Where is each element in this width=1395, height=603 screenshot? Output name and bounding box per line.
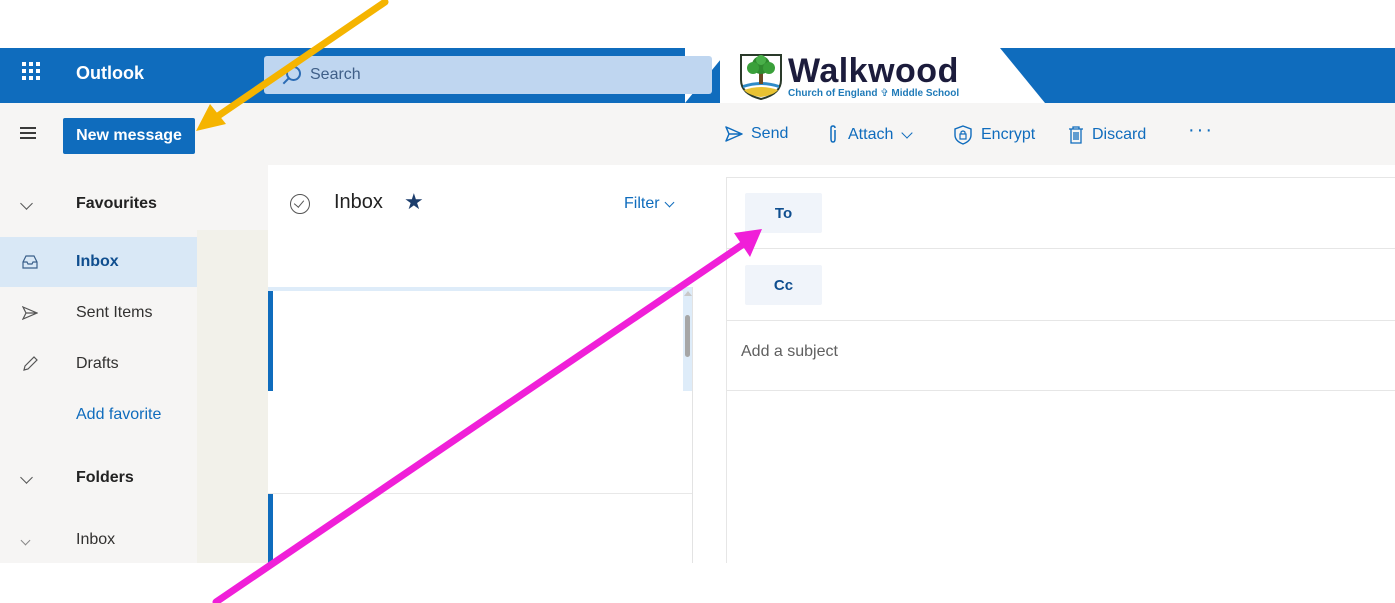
school-logo: Walkwood Church of England ✞ Middle Scho… (738, 50, 959, 102)
outlook-window: Outlook Walkwood Church of England ✞ Mid… (0, 48, 1395, 563)
chevron-down-icon[interactable] (20, 195, 33, 213)
divider (727, 320, 1395, 321)
search-input[interactable] (310, 66, 690, 84)
chevron-down-icon (664, 197, 675, 207)
favourites-label: Favourites (76, 195, 157, 212)
send-button[interactable]: Send (725, 125, 788, 143)
message-list-header: Inbox ★ Filter (268, 165, 713, 235)
add-favorite-link[interactable]: Add favorite (0, 390, 197, 440)
discard-label: Discard (1092, 126, 1147, 143)
list-title: Inbox (334, 191, 383, 213)
chevron-down-icon[interactable] (20, 469, 33, 487)
to-button[interactable]: To (745, 193, 822, 233)
pane-strip (197, 230, 268, 563)
compose-pane: To Cc (713, 165, 1395, 563)
school-name: Walkwood (788, 51, 959, 90)
compose-frame (726, 177, 1395, 563)
nav-inbox-label: Inbox (76, 253, 119, 270)
list-item[interactable] (268, 493, 692, 563)
more-options-button[interactable]: ··· (1188, 119, 1214, 142)
select-all-icon[interactable] (290, 194, 310, 214)
divider (727, 248, 1395, 249)
folders-label: Folders (76, 469, 134, 486)
nav-drafts-label: Drafts (76, 355, 119, 372)
new-message-button[interactable]: New message (63, 118, 195, 154)
encrypt-button[interactable]: Encrypt (953, 125, 1035, 145)
scrollbar-thumb[interactable] (685, 315, 690, 357)
inbox-tray-icon (22, 255, 38, 269)
command-bar: New message Send Attach Encrypt Discard … (0, 103, 1395, 165)
folders-header[interactable]: Folders (0, 453, 197, 503)
send-outline-icon (22, 306, 38, 320)
filter-label: Filter (624, 195, 660, 212)
divider (727, 390, 1395, 391)
hamburger-menu-icon[interactable] (20, 127, 36, 139)
trash-icon (1069, 126, 1083, 144)
nav-item-drafts[interactable]: Drafts (0, 339, 197, 389)
paperclip-icon (830, 125, 836, 143)
filter-button[interactable]: Filter (624, 195, 675, 213)
star-icon[interactable]: ★ (404, 189, 424, 215)
banner-divider-right (1000, 48, 1045, 103)
list-divider (692, 287, 693, 563)
search-box[interactable] (264, 56, 712, 94)
folder-inbox-label: Inbox (76, 531, 116, 548)
list-item[interactable] (268, 287, 692, 391)
app-name[interactable]: Outlook (76, 63, 144, 84)
nav-item-inbox[interactable]: Inbox (0, 237, 197, 287)
pencil-icon (23, 356, 38, 371)
chevron-down-icon[interactable] (901, 127, 914, 139)
folder-item-inbox[interactable]: Inbox (0, 515, 197, 563)
unread-indicator (268, 291, 273, 391)
top-bar: Outlook Walkwood Church of England ✞ Mid… (0, 48, 1395, 103)
nav-item-sent-items[interactable]: Sent Items (0, 288, 197, 338)
scroll-up-icon[interactable] (684, 291, 692, 296)
attach-label: Attach (848, 126, 894, 143)
send-icon (725, 126, 743, 142)
chevron-down-icon[interactable] (20, 531, 31, 549)
subject-input[interactable] (741, 343, 1381, 361)
unread-indicator (268, 494, 273, 563)
add-favorite-label: Add favorite (76, 406, 162, 423)
search-icon[interactable] (280, 65, 301, 85)
school-subtitle: Church of England ✞ Middle School (788, 87, 960, 99)
attach-button[interactable]: Attach (826, 125, 914, 145)
school-crest-icon (740, 54, 782, 100)
encrypt-label: Encrypt (981, 126, 1036, 143)
shield-lock-icon (954, 125, 972, 145)
cc-button[interactable]: Cc (745, 265, 822, 305)
discard-button[interactable]: Discard (1068, 125, 1146, 145)
folder-pane: Favourites Inbox Sent Items Drafts Add f… (0, 165, 268, 563)
message-list: Inbox ★ Filter (268, 165, 713, 563)
favourites-header[interactable]: Favourites (0, 179, 197, 229)
nav-sent-label: Sent Items (76, 304, 153, 321)
app-launcher-icon[interactable] (22, 62, 42, 82)
send-label: Send (751, 125, 789, 142)
